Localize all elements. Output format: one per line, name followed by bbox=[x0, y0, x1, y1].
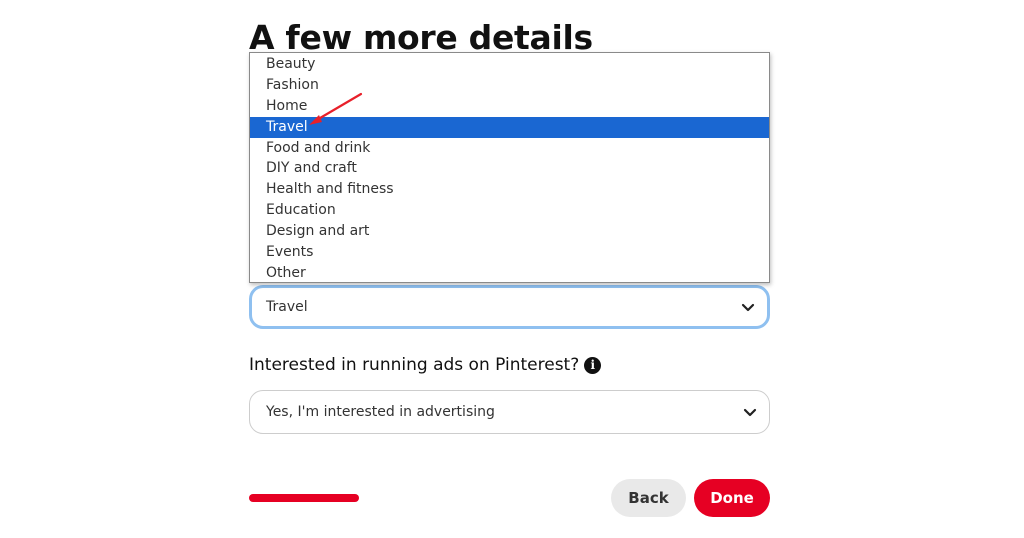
dropdown-option-events[interactable]: Events bbox=[250, 242, 769, 263]
progress-bar-fill bbox=[249, 494, 359, 502]
chevron-down-icon bbox=[743, 405, 757, 419]
dropdown-option-health-and-fitness[interactable]: Health and fitness bbox=[250, 179, 769, 200]
dropdown-option-travel[interactable]: Travel bbox=[250, 116, 769, 138]
category-dropdown-list[interactable]: Beauty Fashion Home Travel Food and drink DIY… bbox=[249, 52, 770, 283]
progress-bar bbox=[249, 494, 499, 502]
info-icon[interactable]: i bbox=[584, 356, 602, 374]
ads-question-text: Interested in running ads on Pinterest? bbox=[249, 355, 580, 375]
dropdown-option-home[interactable]: Home bbox=[250, 96, 769, 117]
ads-interest-select-value: Yes, I'm interested in advertising bbox=[266, 404, 495, 420]
ads-question-label: Interested in running ads on Pinterest? … bbox=[249, 355, 602, 375]
done-button[interactable]: Done bbox=[694, 479, 770, 517]
ads-interest-select[interactable]: Yes, I'm interested in advertising bbox=[249, 390, 770, 434]
chevron-down-icon bbox=[741, 300, 755, 314]
back-button[interactable]: Back bbox=[611, 479, 686, 517]
dropdown-option-beauty[interactable]: Beauty bbox=[250, 54, 769, 75]
dropdown-option-design-and-art[interactable]: Design and art bbox=[250, 221, 769, 242]
dropdown-option-other[interactable]: Other bbox=[250, 263, 769, 284]
dropdown-option-diy-and-craft[interactable]: DIY and craft bbox=[250, 158, 769, 179]
details-page: A few more details Beauty Fashion Home Trav… bbox=[0, 0, 1024, 538]
category-select-value: Travel bbox=[266, 299, 308, 315]
category-select[interactable]: Travel bbox=[249, 285, 770, 329]
dropdown-option-food-and-drink[interactable]: Food and drink bbox=[250, 138, 769, 159]
dropdown-option-education[interactable]: Education bbox=[250, 200, 769, 221]
dropdown-option-fashion[interactable]: Fashion bbox=[250, 75, 769, 96]
